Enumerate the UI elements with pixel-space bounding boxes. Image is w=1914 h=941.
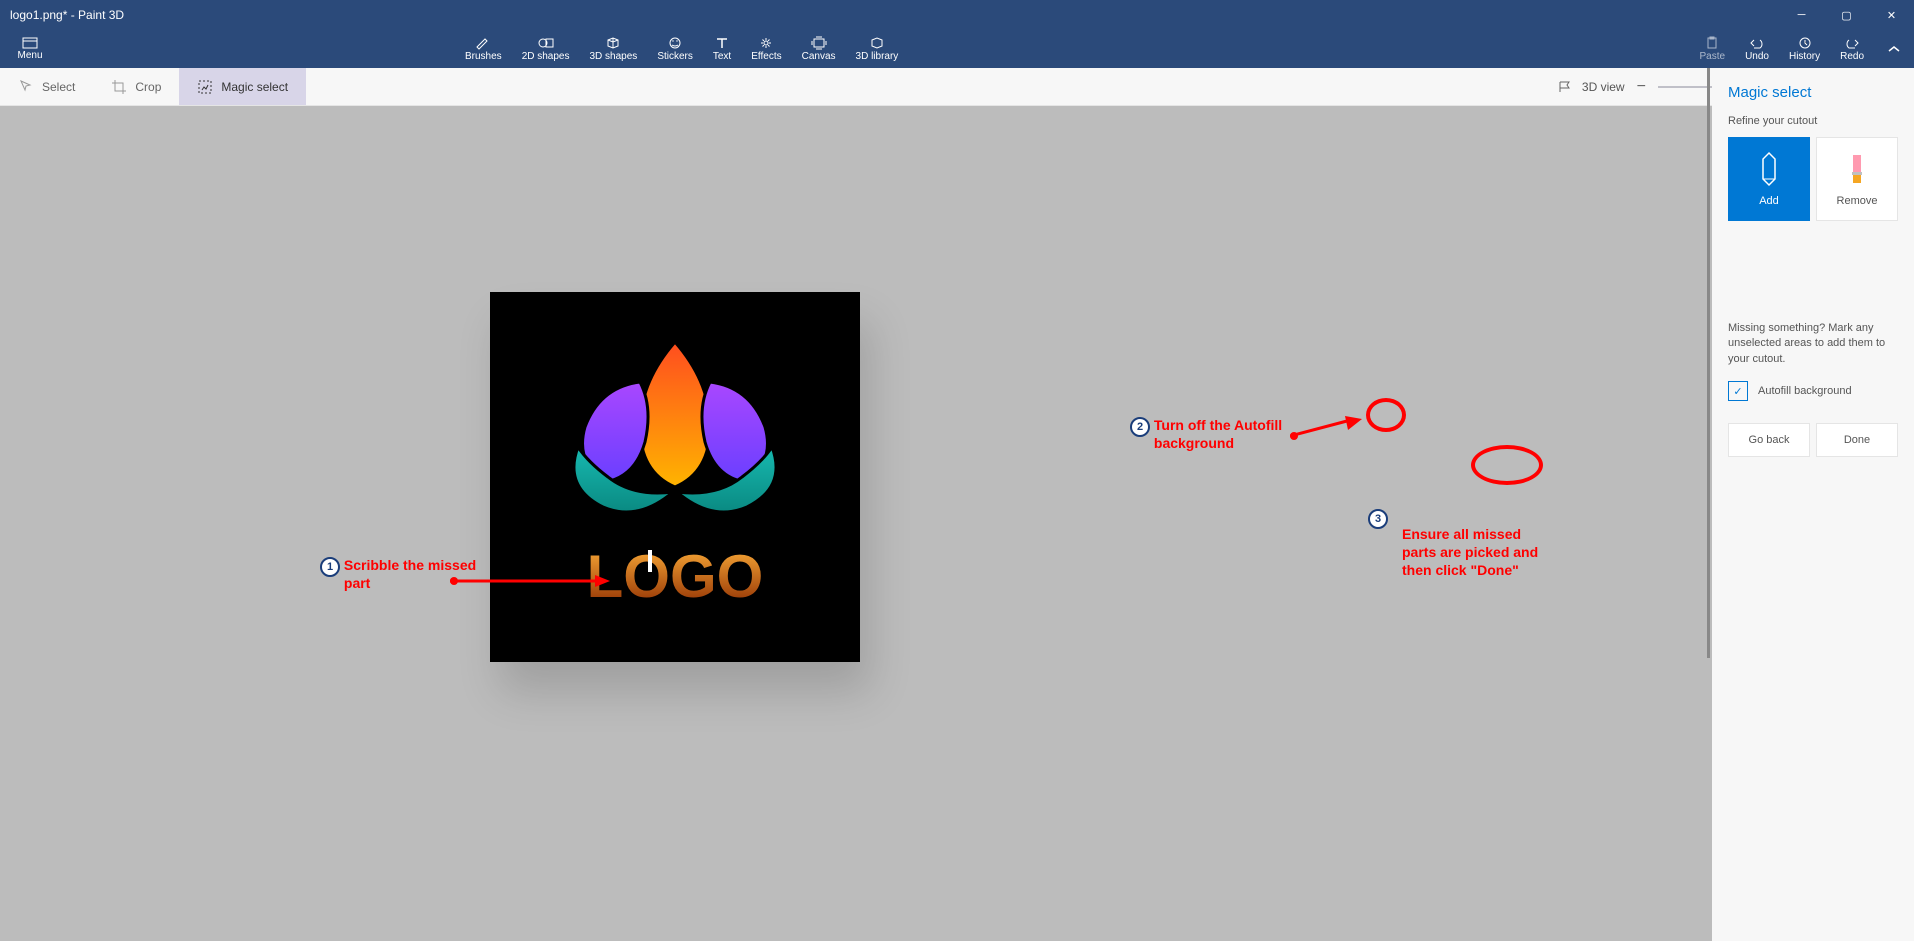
canvas-tool[interactable]: Canvas [792,30,846,68]
annotation-3: 3 [1368,508,1388,529]
history-button[interactable]: History [1779,30,1830,68]
arrow-1 [450,571,610,591]
flag-icon [1558,80,1574,94]
zoom-out-button[interactable]: − [1637,78,1646,96]
2d-shapes-tool[interactable]: 2D shapes [512,30,580,68]
3d-view-toggle[interactable]: 3D view [1558,80,1625,94]
add-tool-button[interactable]: Add [1728,137,1810,221]
refine-label: Refine your cutout [1728,115,1898,127]
go-back-button[interactable]: Go back [1728,423,1810,457]
titlebar: logo1.png* - Paint 3D ─ ▢ ✕ [0,0,1914,30]
brush-icon [474,36,492,50]
effects-tool[interactable]: Effects [741,30,791,68]
annotation-badge-2: 2 [1130,417,1150,437]
select-button[interactable]: Select [0,68,93,105]
done-button[interactable]: Done [1816,423,1898,457]
paste-icon [1703,36,1721,50]
canvas-icon [810,36,828,50]
shapes3d-icon [604,36,622,50]
paste-button[interactable]: Paste [1689,30,1735,68]
stickers-tool[interactable]: Stickers [647,30,703,68]
magic-select-icon [197,79,213,95]
text-tool[interactable]: Text [703,30,741,68]
expand-ribbon-button[interactable] [1874,30,1914,68]
crop-button[interactable]: Crop [93,68,179,105]
shapes2d-icon [537,36,555,50]
highlight-circle-done [1471,445,1543,485]
redo-icon [1843,36,1861,50]
history-icon [1796,36,1814,50]
scrollbar[interactable] [1707,68,1710,658]
crop-icon [111,79,127,95]
minimize-button[interactable]: ─ [1779,0,1824,30]
annotation-badge-3: 3 [1368,509,1388,529]
window-title: logo1.png* - Paint 3D [10,8,124,22]
magic-select-button[interactable]: Magic select [179,68,306,105]
annotation-3-text: Ensure all missed parts are picked and t… [1402,525,1542,580]
pencil-add-icon [1756,151,1782,187]
autofill-checkbox[interactable]: ✓ [1728,381,1748,401]
window-controls: ─ ▢ ✕ [1779,0,1914,30]
autofill-checkbox-row[interactable]: ✓ Autofill background [1728,381,1898,401]
3d-shapes-tool[interactable]: 3D shapes [580,30,648,68]
library3d-icon [868,36,886,50]
close-button[interactable]: ✕ [1869,0,1914,30]
file-icon [22,37,38,49]
menu-button[interactable]: Menu [0,30,60,68]
3d-library-tool[interactable]: 3D library [846,30,909,68]
ribbon: Menu Brushes 2D shapes 3D shapes Sticker… [0,30,1914,68]
sub-toolbar: Select Crop Magic select 3D view − + 200… [0,68,1914,106]
text-icon [713,36,731,50]
magic-select-panel: Magic select Refine your cutout Add Remo… [1712,68,1914,941]
effects-icon [757,36,775,50]
menu-label: Menu [17,50,42,61]
remove-tool-button[interactable]: Remove [1816,137,1898,221]
canvas-image[interactable]: LOGO [490,292,860,662]
undo-icon [1748,36,1766,50]
brushes-tool[interactable]: Brushes [455,30,512,68]
sticker-icon [666,36,684,50]
annotation-2: 2 Turn off the Autofill background [1130,416,1294,452]
logo-artwork: LOGO [490,292,860,662]
maximize-button[interactable]: ▢ [1824,0,1869,30]
cursor-icon [18,79,34,95]
panel-title: Magic select [1728,84,1898,101]
highlight-circle-autofill [1366,398,1406,432]
arrow-2 [1290,416,1362,446]
help-text: Missing something? Mark any unselected a… [1728,321,1898,367]
eraser-icon [1844,151,1870,187]
chevron-up-icon [1887,44,1901,54]
annotation-badge-1: 1 [320,557,340,577]
autofill-label: Autofill background [1758,385,1852,397]
canvas-workspace[interactable]: LOGO 1 Scribble the missed part 2 Turn o… [0,106,1712,941]
undo-button[interactable]: Undo [1735,30,1779,68]
svg-text:LOGO: LOGO [587,543,764,610]
redo-button[interactable]: Redo [1830,30,1874,68]
